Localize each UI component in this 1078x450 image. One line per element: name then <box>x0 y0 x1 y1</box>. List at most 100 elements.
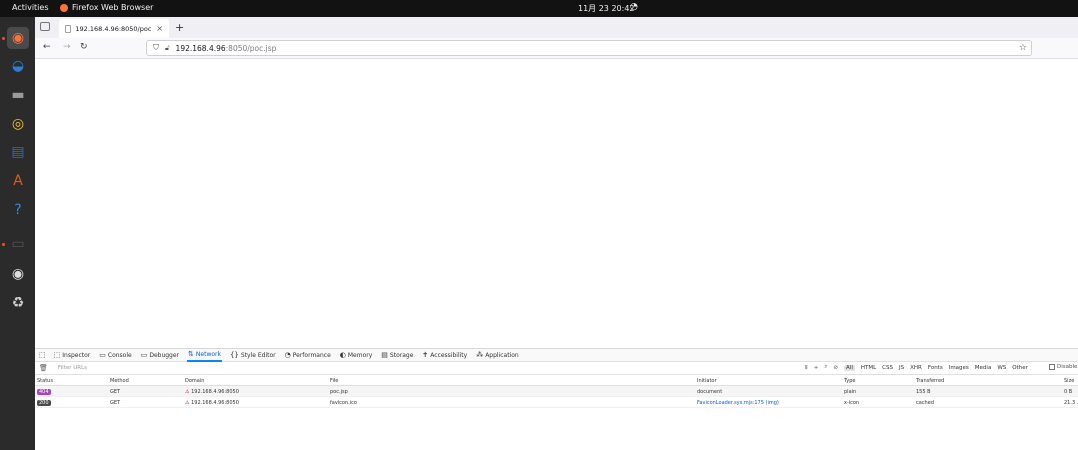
app-menu[interactable]: Firefox Web Browser <box>60 3 153 12</box>
dvd-icon[interactable]: ◉ <box>7 263 29 285</box>
devtools-tab-accessibility[interactable]: ✝ Accessibility <box>421 349 468 362</box>
table-header: Status Method Domain File Initiator Type… <box>35 375 1078 386</box>
search-icon[interactable]: ⌕ <box>824 364 827 371</box>
column-type[interactable]: Type <box>844 378 855 384</box>
column-initiator[interactable]: Initiator <box>697 378 717 384</box>
page-content <box>35 59 1078 349</box>
devtools-tab-application[interactable]: ⁂ Application <box>475 349 520 362</box>
inspector-icon: ⬚ <box>53 351 61 359</box>
column-size[interactable]: Size <box>1064 378 1074 384</box>
rhythmbox-icon[interactable]: ◎ <box>7 113 29 135</box>
clock[interactable]: 11月 23 20:42 <box>578 3 635 14</box>
initiator-cell: document <box>697 389 722 395</box>
column-transferred[interactable]: Transferred <box>916 378 944 384</box>
column-domain[interactable]: Domain <box>185 378 204 384</box>
status-cell: 404 <box>37 389 51 395</box>
filter-all[interactable]: All <box>844 364 855 371</box>
pause-icon[interactable]: Ⅱ <box>805 365 808 371</box>
reload-icon[interactable]: ↻ <box>80 42 88 52</box>
column-status[interactable]: Status <box>37 378 53 384</box>
column-file[interactable]: File <box>330 378 338 384</box>
filter-ws[interactable]: WS <box>997 365 1006 371</box>
add-icon[interactable]: + <box>814 365 819 371</box>
new-tab-button[interactable]: + <box>175 21 184 34</box>
network-toolbar: 🗑︎ Filter URLs Ⅱ + ⌕ ⊘ All HTML CSS JS XHR Fo… <box>35 362 1078 375</box>
devtools-tab-memory[interactable]: ◐ Memory <box>339 349 374 362</box>
devtools-tab-inspector[interactable]: ⬚ Inspector <box>53 349 92 362</box>
table-row[interactable]: 404 GET ⚠ 192.168.4.96:8050 poc.jsp document… <box>35 386 1078 397</box>
trash-glyph: ♻ <box>11 295 25 311</box>
devtools-tab-debugger[interactable]: ▭ Debugger <box>140 349 180 362</box>
devtools-tab-label: Inspector <box>62 351 91 359</box>
method-cell: GET <box>110 400 120 406</box>
devtools-tab-storage[interactable]: ▤ Storage <box>380 349 414 362</box>
size-cell: 0 B <box>1064 389 1072 395</box>
rhythmbox-glyph: ◎ <box>11 116 25 132</box>
files-icon[interactable]: ▬ <box>7 84 29 106</box>
filter-xhr[interactable]: XHR <box>910 365 922 371</box>
trash-icon[interactable]: ♻ <box>7 292 29 314</box>
browser-tab[interactable]: 192.168.4.96:8050/poc.jsp × <box>59 19 169 38</box>
filter-html[interactable]: HTML <box>861 365 876 371</box>
url-path: :8050/poc.jsp <box>225 43 277 53</box>
devtools-tab-style-editor[interactable]: {} Style Editor <box>229 349 277 362</box>
url-bar[interactable]: ⛉ 🔓︎ 192.168.4.96:8050/poc.jsp ☆ <box>146 40 1032 56</box>
insecure-lock-icon[interactable]: 🔓︎ <box>165 44 170 53</box>
devtools-tab-label: Accessibility <box>430 351 468 359</box>
writer-icon[interactable]: ▤ <box>7 141 29 163</box>
filter-js[interactable]: JS <box>899 365 904 371</box>
filter-urls-input[interactable]: Filter URLs <box>58 365 87 371</box>
recording-indicator-icon: ◔ <box>630 2 638 12</box>
terminal-icon[interactable]: ▭ <box>7 233 29 255</box>
page-icon <box>65 24 72 33</box>
filter-media[interactable]: Media <box>975 365 992 371</box>
disable-cache-checkbox[interactable]: Disable <box>1049 364 1077 370</box>
thunderbird-glyph: ◒ <box>11 58 25 74</box>
devtools-tab-label: Performance <box>292 351 331 359</box>
performance-icon: ◔ <box>284 351 291 359</box>
shield-icon[interactable]: ⛉ <box>153 43 159 53</box>
filter-css[interactable]: CSS <box>882 365 893 371</box>
initiator-cell-text: FaviconLoader.sys.mjs:175 (img) <box>697 400 779 406</box>
filter-fonts[interactable]: Fonts <box>928 365 943 371</box>
activities-button[interactable]: Activities <box>12 3 49 12</box>
thunderbird-icon[interactable]: ◒ <box>7 55 29 77</box>
help-icon[interactable]: ? <box>7 199 29 221</box>
transferred-cell: cached <box>916 400 934 406</box>
style-editor-icon: {} <box>229 351 239 359</box>
column-method[interactable]: Method <box>110 378 129 384</box>
filter-images[interactable]: Images <box>949 365 969 371</box>
close-tab-icon[interactable]: × <box>156 24 163 33</box>
request-table: Status Method Domain File Initiator Type… <box>35 375 1078 408</box>
devtools-tab-network[interactable]: ⇅ Network <box>187 349 222 362</box>
filter-other[interactable]: Other <box>1012 365 1028 371</box>
dvd-glyph: ◉ <box>11 266 25 282</box>
firefox-icon[interactable]: ◉ <box>7 27 29 49</box>
devtools-tab-console[interactable]: ▭ Console <box>98 349 132 362</box>
app-name-label: Firefox Web Browser <box>72 3 154 12</box>
writer-glyph: ▤ <box>11 144 25 160</box>
forward-icon[interactable]: → <box>63 42 71 52</box>
pick-element-icon[interactable]: ⬚ <box>39 351 46 359</box>
size-cell: 21.3 ... <box>1064 400 1078 406</box>
tab-list-button[interactable] <box>40 22 50 31</box>
size-cell-text: 0 B <box>1064 389 1073 395</box>
bookmark-star-icon[interactable]: ☆ <box>1019 43 1027 53</box>
devtools-tab-label: Application <box>485 351 519 359</box>
table-row[interactable]: 200 GET ⚠ 192.168.4.96:8050 favicon.ico Favi… <box>35 397 1078 408</box>
running-indicator <box>2 243 5 246</box>
devtools-tab-performance[interactable]: ◔ Performance <box>284 349 332 362</box>
clear-icon[interactable]: 🗑︎ <box>39 364 48 372</box>
back-icon[interactable]: ← <box>43 42 51 52</box>
file-cell-text: favicon.ico <box>330 400 357 406</box>
devtools-tab-label: Storage <box>389 351 414 359</box>
file-cell: poc.jsp <box>330 389 348 395</box>
devtools-panel: ⬚ ⬚ Inspector ▭ Console ▭ Debugger ⇅ Network{} S… <box>35 348 1078 450</box>
application-icon: ⁂ <box>476 351 484 359</box>
block-icon[interactable]: ⊘ <box>833 365 838 371</box>
type-cell: plain <box>844 389 856 395</box>
method-cell-text: GET <box>110 400 121 406</box>
domain-cell: ⚠ 192.168.4.96:8050 <box>185 389 239 395</box>
dock: ◉ ◒ ▬ ◎ ▤ A? ▭ ◉ ♻ <box>0 17 35 450</box>
software-icon[interactable]: A <box>7 170 29 192</box>
